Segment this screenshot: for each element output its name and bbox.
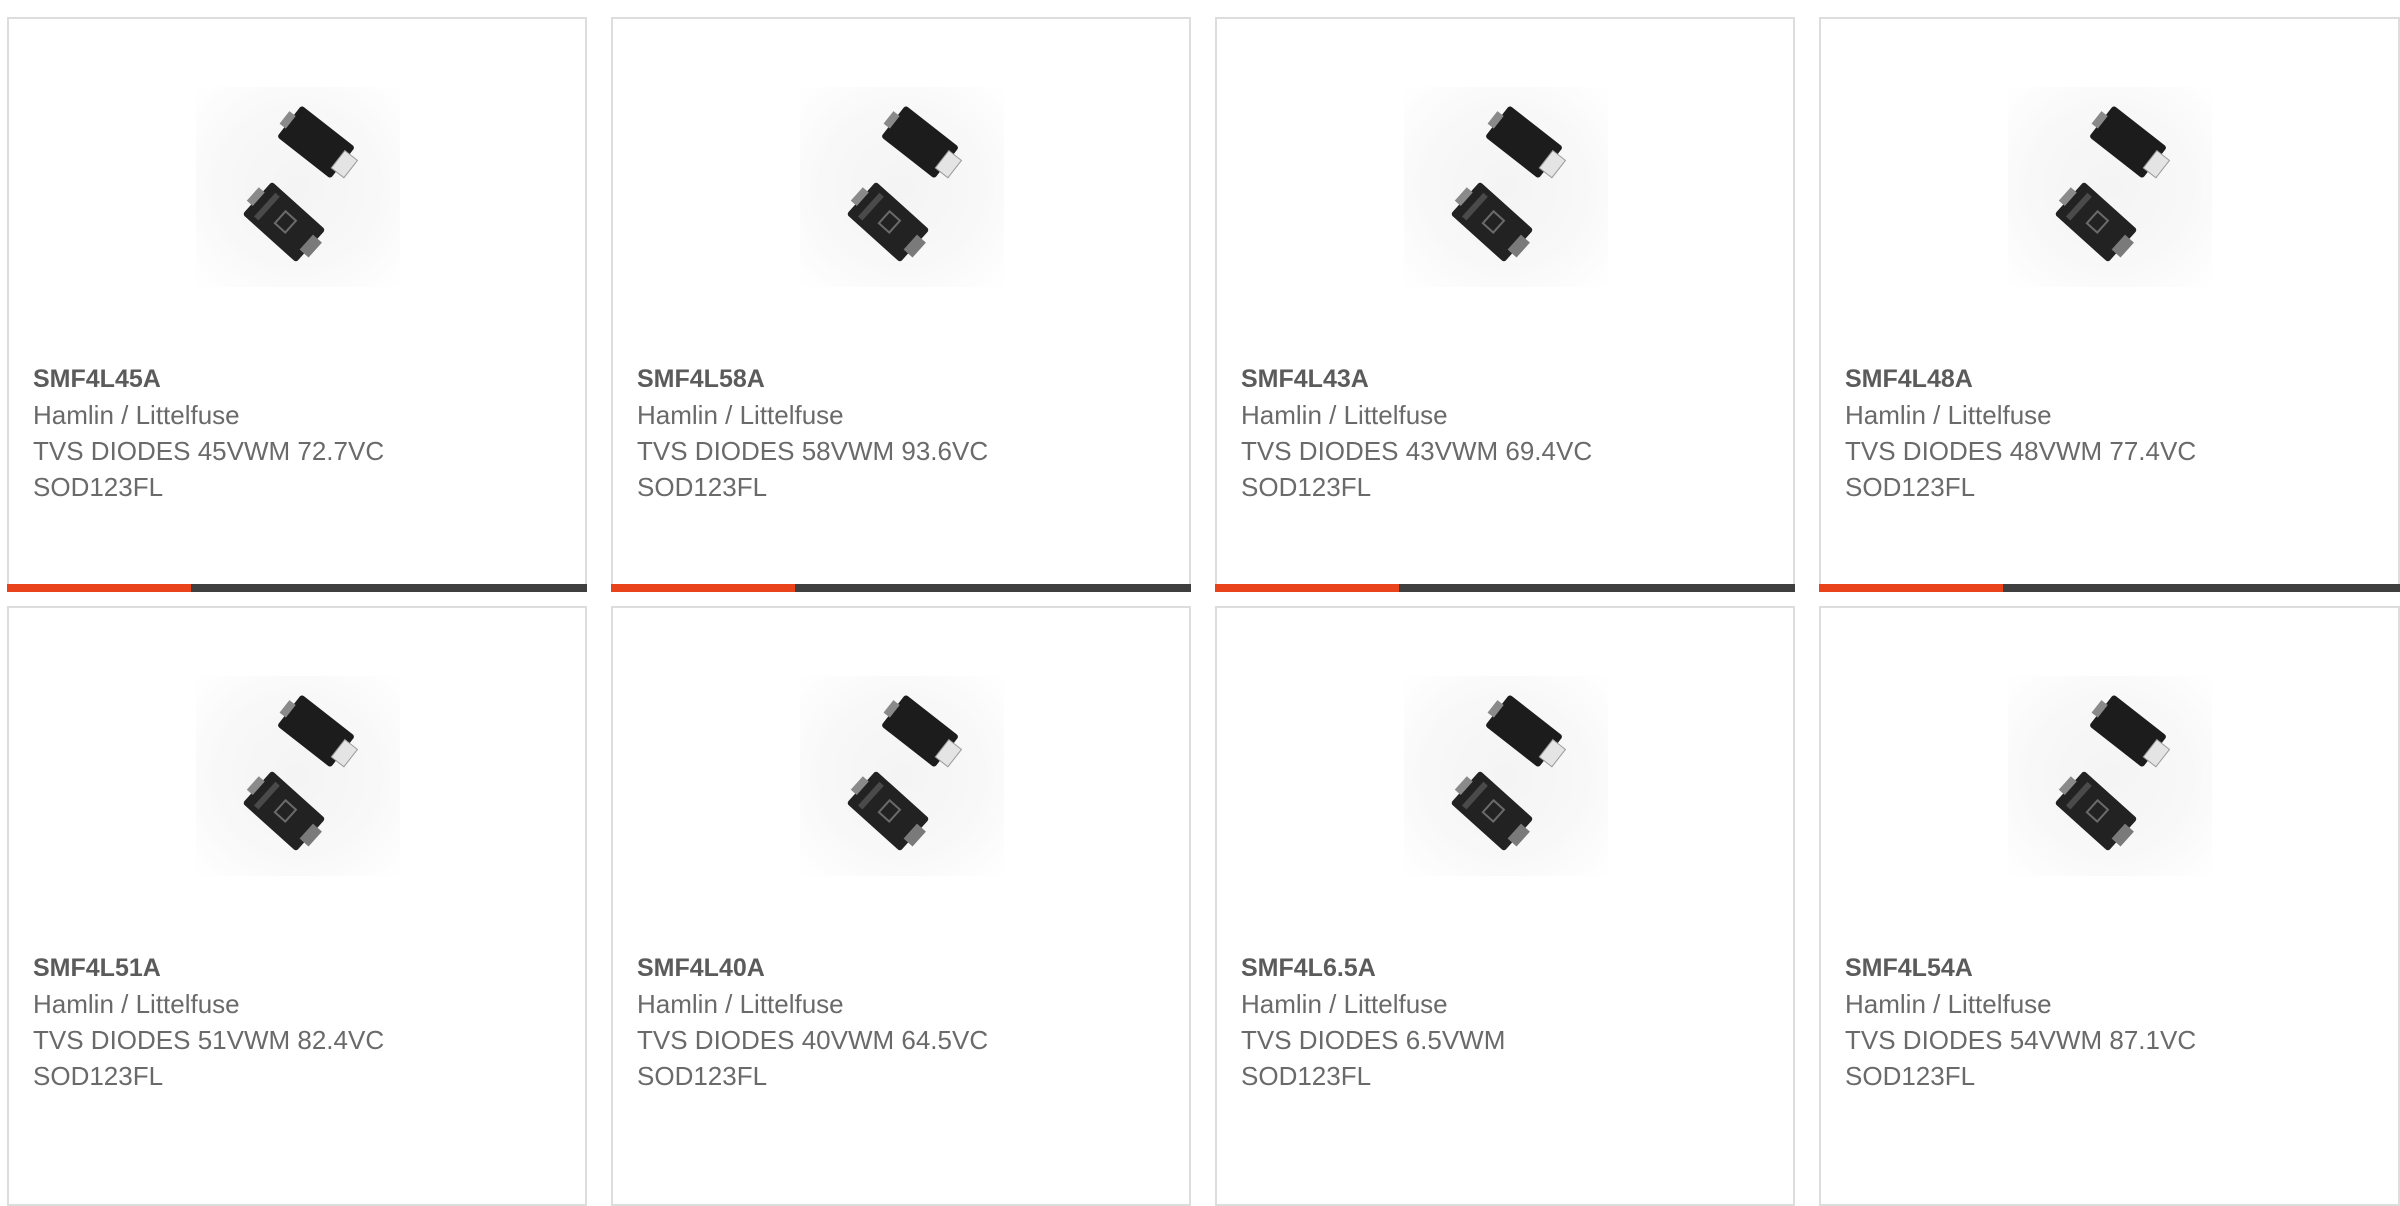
product-image[interactable] [800, 87, 1004, 287]
diode-package-icon [243, 106, 359, 262]
diode-package-icon [2055, 106, 2171, 262]
diode-package-icon [2055, 695, 2171, 851]
part-number[interactable]: SMF4L48A [1845, 361, 2378, 397]
product-card[interactable]: SMF4L51A Hamlin / Littelfuse TVS DIODES … [7, 606, 587, 1206]
manufacturer-name: Hamlin / Littelfuse [1845, 400, 2052, 430]
diode-package-icon [847, 695, 963, 851]
card-accent-bar [7, 584, 191, 592]
part-number[interactable]: SMF4L51A [33, 950, 565, 986]
manufacturer-name: Hamlin / Littelfuse [637, 989, 844, 1019]
manufacturer-name: Hamlin / Littelfuse [1241, 400, 1448, 430]
product-description: TVS DIODES 51VWM 82.4VC SOD123FL [33, 1025, 385, 1091]
product-image[interactable] [800, 676, 1004, 876]
part-number[interactable]: SMF4L40A [637, 950, 1169, 986]
part-number[interactable]: SMF4L45A [33, 361, 565, 397]
product-description: TVS DIODES 45VWM 72.7VC SOD123FL [33, 436, 385, 502]
card-accent-bar [611, 584, 795, 592]
diode-package-icon [847, 106, 963, 262]
card-footer-bar [1819, 584, 2400, 592]
part-number[interactable]: SMF4L6.5A [1241, 950, 1773, 986]
manufacturer-name: Hamlin / Littelfuse [33, 989, 240, 1019]
product-description: TVS DIODES 43VWM 69.4VC SOD123FL [1241, 436, 1593, 502]
manufacturer-name: Hamlin / Littelfuse [1241, 989, 1448, 1019]
card-footer-bar [611, 584, 1191, 592]
product-description: TVS DIODES 6.5VWM SOD123FL [1241, 1025, 1506, 1091]
card-accent-bar [1215, 584, 1399, 592]
manufacturer-name: Hamlin / Littelfuse [1845, 989, 2052, 1019]
product-card[interactable]: SMF4L58A Hamlin / Littelfuse TVS DIODES … [611, 17, 1191, 592]
diode-package-icon [1451, 695, 1567, 851]
product-card[interactable]: SMF4L43A Hamlin / Littelfuse TVS DIODES … [1215, 17, 1795, 592]
part-number[interactable]: SMF4L43A [1241, 361, 1773, 397]
part-number[interactable]: SMF4L58A [637, 361, 1169, 397]
manufacturer-name: Hamlin / Littelfuse [637, 400, 844, 430]
manufacturer-name: Hamlin / Littelfuse [33, 400, 240, 430]
product-description: TVS DIODES 58VWM 93.6VC SOD123FL [637, 436, 989, 502]
diode-package-icon [243, 695, 359, 851]
card-footer-bar [1215, 584, 1795, 592]
product-image[interactable] [2008, 676, 2212, 876]
product-image[interactable] [2008, 87, 2212, 287]
product-card[interactable]: SMF4L6.5A Hamlin / Littelfuse TVS DIODES… [1215, 606, 1795, 1206]
product-description: TVS DIODES 48VWM 77.4VC SOD123FL [1845, 436, 2197, 502]
product-image[interactable] [1404, 87, 1608, 287]
product-description: TVS DIODES 54VWM 87.1VC SOD123FL [1845, 1025, 2197, 1091]
card-accent-bar [1819, 584, 2003, 592]
product-image[interactable] [196, 676, 400, 876]
product-card[interactable]: SMF4L40A Hamlin / Littelfuse TVS DIODES … [611, 606, 1191, 1206]
part-number[interactable]: SMF4L54A [1845, 950, 2378, 986]
product-image[interactable] [196, 87, 400, 287]
card-footer-bar [7, 584, 587, 592]
product-card[interactable]: SMF4L45A Hamlin / Littelfuse TVS DIODES … [7, 17, 587, 592]
diode-package-icon [1451, 106, 1567, 262]
product-card[interactable]: SMF4L54A Hamlin / Littelfuse TVS DIODES … [1819, 606, 2400, 1206]
product-description: TVS DIODES 40VWM 64.5VC SOD123FL [637, 1025, 989, 1091]
product-grid: SMF4L45A Hamlin / Littelfuse TVS DIODES … [0, 0, 2400, 1206]
product-image[interactable] [1404, 676, 1608, 876]
product-card[interactable]: SMF4L48A Hamlin / Littelfuse TVS DIODES … [1819, 17, 2400, 592]
